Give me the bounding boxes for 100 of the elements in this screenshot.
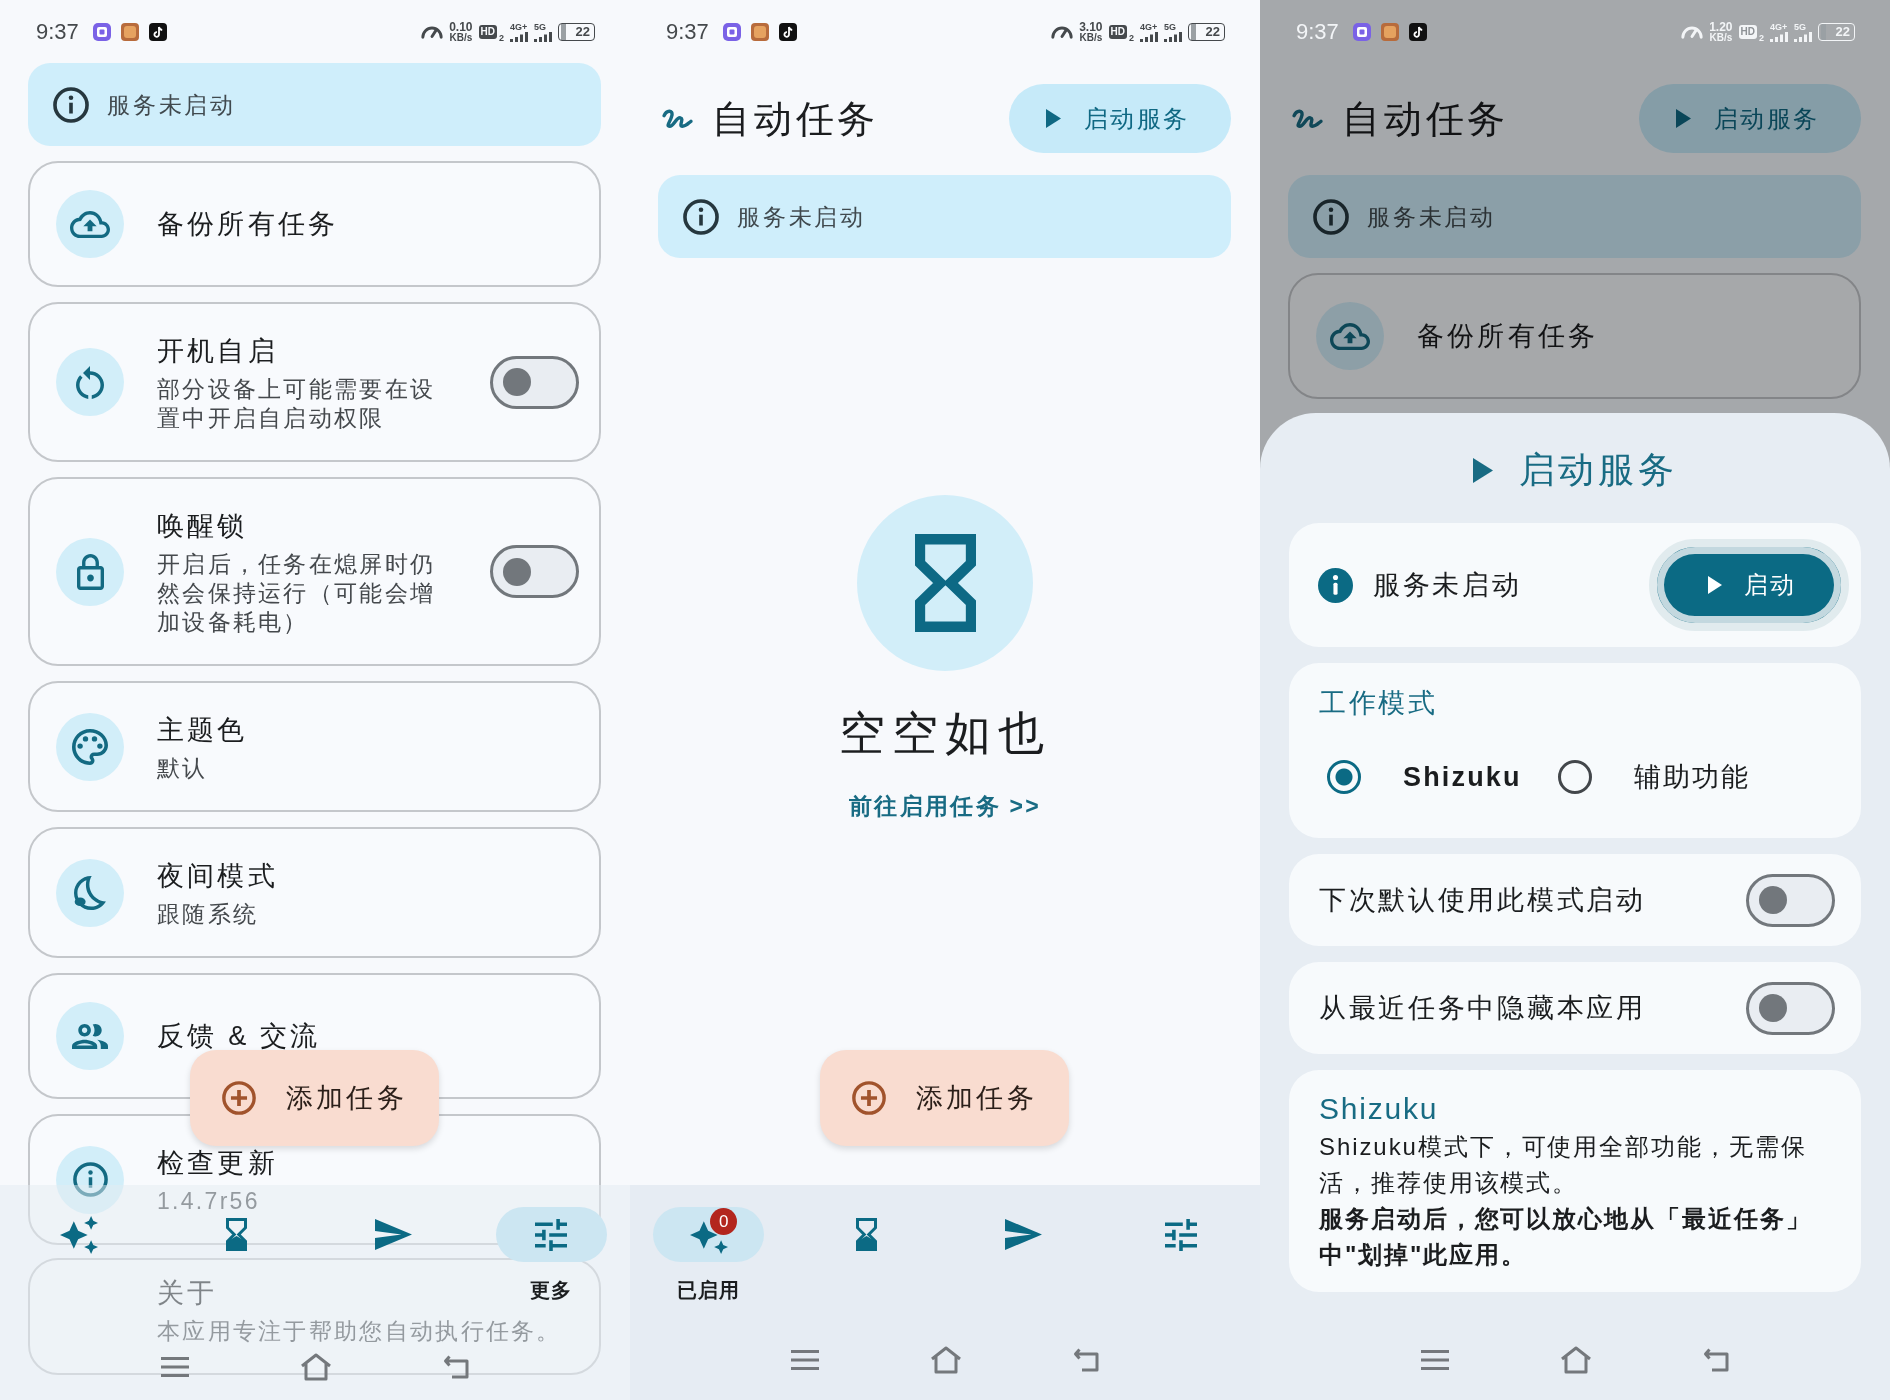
info-icon bbox=[53, 86, 89, 123]
status-text: 服务未启动 bbox=[1373, 569, 1522, 602]
sheet-title: 启动服务 bbox=[1518, 448, 1678, 492]
toggle-switch[interactable] bbox=[490, 545, 579, 598]
menu-icon[interactable] bbox=[160, 1356, 190, 1378]
settings-item[interactable]: 唤醒锁 开启后，任务在熄屏时仍然会保持运行（可能会增加设备耗电） bbox=[28, 477, 601, 666]
empty-state-title: 空空如也 bbox=[839, 706, 1051, 761]
play-icon bbox=[1472, 457, 1493, 483]
banner-text: 服务未启动 bbox=[737, 202, 866, 232]
nav-tab[interactable]: 0 已启用 bbox=[653, 1207, 765, 1302]
play-icon bbox=[1046, 109, 1061, 128]
info-icon bbox=[1318, 567, 1353, 603]
start-button[interactable]: 启动 bbox=[1649, 539, 1849, 631]
signal-icon bbox=[1770, 31, 1788, 42]
signal-icon bbox=[510, 31, 528, 42]
info-icon bbox=[1313, 198, 1349, 235]
setting-label: 下次默认使用此模式启动 bbox=[1319, 884, 1646, 917]
item-title: 备份所有任务 bbox=[1417, 320, 1599, 353]
notification-app-icon bbox=[750, 22, 769, 41]
section-title: 工作模式 bbox=[1319, 687, 1439, 720]
start-service-button[interactable]: 启动服务 bbox=[1639, 84, 1861, 153]
option-label: 辅助功能 bbox=[1633, 761, 1751, 794]
sliders-icon bbox=[1165, 1218, 1198, 1251]
hd-badge: HD bbox=[1108, 24, 1127, 39]
speed-unit: KB/s bbox=[449, 32, 473, 43]
network-type: 5G bbox=[1164, 21, 1176, 32]
settings-item[interactable]: 开机自启 部分设备上可能需要在设置中开启自启动权限 bbox=[28, 302, 601, 462]
add-task-button[interactable]: 添加任务 bbox=[190, 1050, 439, 1146]
logo-icon bbox=[662, 108, 693, 129]
notification-app-icon bbox=[120, 22, 139, 41]
music-note-app-icon bbox=[148, 22, 167, 41]
music-note-app-icon bbox=[1408, 22, 1427, 41]
battery-indicator: 22 bbox=[1188, 22, 1225, 41]
play-icon bbox=[1708, 576, 1722, 594]
notification-app-icon bbox=[92, 22, 111, 41]
radio-button[interactable] bbox=[1557, 760, 1592, 794]
toggle-switch[interactable] bbox=[490, 355, 579, 409]
send-icon bbox=[375, 1219, 413, 1250]
menu-icon[interactable] bbox=[1420, 1349, 1450, 1371]
nav-tab[interactable] bbox=[1165, 1218, 1198, 1251]
back-icon[interactable] bbox=[442, 1354, 470, 1380]
hd-badge: HD bbox=[1738, 24, 1757, 39]
signal-icon bbox=[1164, 31, 1182, 42]
settings-item[interactable]: 备份所有任务 bbox=[1288, 273, 1861, 399]
item-title: 唤醒锁 bbox=[157, 510, 248, 543]
home-icon[interactable] bbox=[930, 1346, 962, 1374]
add-task-button[interactable]: 添加任务 bbox=[820, 1050, 1069, 1146]
status-time: 9:37 bbox=[666, 18, 709, 45]
app-title: 自动任务 bbox=[1342, 96, 1510, 142]
item-title: 备份所有任务 bbox=[157, 208, 339, 241]
home-icon[interactable] bbox=[1560, 1346, 1592, 1374]
nav-tab[interactable] bbox=[375, 1219, 413, 1250]
speed-unit: KB/s bbox=[1709, 32, 1733, 43]
nav-tab[interactable] bbox=[59, 1215, 98, 1254]
radio-button[interactable] bbox=[1327, 760, 1361, 794]
network-speed: 3.10 bbox=[1079, 20, 1103, 33]
info-text: Shizuku模式下，可使用全部功能，无需保活，推荐使用该模式。 bbox=[1319, 1132, 1808, 1198]
item-subtitle: 跟随系统 bbox=[157, 900, 259, 929]
item-subtitle: 部分设备上可能需要在设置中开启自启动权限 bbox=[157, 375, 437, 433]
info-title: Shizuku bbox=[1319, 1091, 1440, 1127]
count-badge: 0 bbox=[710, 1208, 738, 1235]
toggle-switch[interactable] bbox=[1746, 981, 1835, 1035]
home-icon[interactable] bbox=[300, 1353, 332, 1381]
item-subtitle: 本应用专注于帮助您自动执行任务。 bbox=[157, 1317, 562, 1346]
music-note-app-icon bbox=[778, 22, 797, 41]
app-title: 自动任务 bbox=[712, 96, 880, 142]
settings-item[interactable]: 夜间模式 跟随系统 bbox=[28, 827, 601, 958]
speed-unit: KB/s bbox=[1079, 32, 1103, 43]
network-speed: 1.20 bbox=[1709, 20, 1733, 33]
nav-tab[interactable] bbox=[1005, 1219, 1043, 1250]
item-title: 反馈 & 交流 bbox=[157, 1020, 321, 1053]
start-service-button[interactable]: 启动服务 bbox=[1009, 84, 1231, 153]
network-type: 4G+ bbox=[1770, 21, 1788, 32]
add-circle-icon bbox=[222, 1081, 256, 1115]
item-title: 检查更新 bbox=[157, 1147, 278, 1180]
menu-icon[interactable] bbox=[790, 1349, 820, 1371]
toggle-switch[interactable] bbox=[1746, 873, 1835, 927]
sparkles-icon bbox=[59, 1215, 98, 1254]
hourglass-icon bbox=[855, 1218, 877, 1251]
back-icon[interactable] bbox=[1702, 1347, 1730, 1373]
speedometer-icon bbox=[1051, 24, 1074, 39]
hd-badge: HD bbox=[478, 24, 497, 39]
settings-item[interactable]: 备份所有任务 bbox=[28, 161, 601, 287]
speedometer-icon bbox=[421, 24, 444, 39]
send-icon bbox=[1005, 1219, 1043, 1250]
nav-tab[interactable] bbox=[855, 1218, 877, 1251]
info-note: 服务启动后，您可以放心地从「最近任务」中"划掉"此应用。 bbox=[1319, 1204, 1813, 1270]
banner-text: 服务未启动 bbox=[107, 90, 236, 120]
network-type: 4G+ bbox=[1140, 21, 1158, 32]
info-icon bbox=[683, 198, 719, 235]
notification-app-icon bbox=[722, 22, 741, 41]
status-time: 9:37 bbox=[1296, 18, 1339, 45]
sim-slot-number: 2 bbox=[1129, 32, 1134, 43]
enable-tasks-link[interactable]: 前往启用任务 >> bbox=[849, 789, 1041, 823]
logo-icon bbox=[1292, 108, 1323, 129]
battery-indicator: 22 bbox=[1818, 22, 1855, 41]
back-icon[interactable] bbox=[1072, 1347, 1100, 1373]
notification-app-icon bbox=[1380, 22, 1399, 41]
settings-item[interactable]: 主题色 默认 bbox=[28, 681, 601, 812]
nav-tab[interactable] bbox=[225, 1218, 247, 1251]
